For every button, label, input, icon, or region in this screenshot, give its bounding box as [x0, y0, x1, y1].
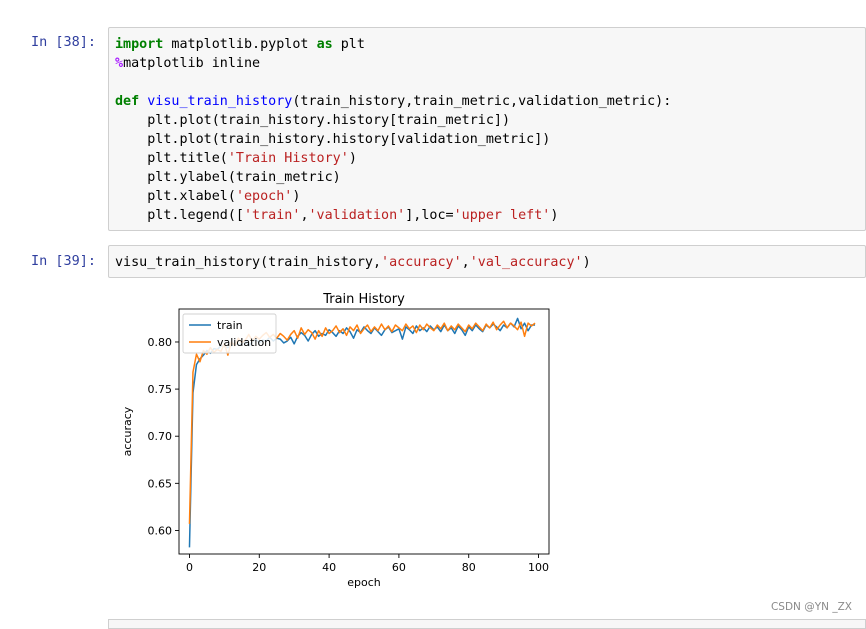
- y-tick-label: 0.70: [148, 430, 173, 443]
- code-line: %matplotlib inline: [115, 54, 671, 73]
- code-editor-38[interactable]: import matplotlib.pyplot as plt %matplotl…: [115, 35, 671, 225]
- x-tick-label: 100: [528, 561, 549, 574]
- code-token: matplotlib.pyplot: [163, 37, 317, 52]
- code-line: plt.legend(['train','validation'],loc='u…: [115, 206, 671, 225]
- y-tick-label: 0.80: [148, 336, 173, 349]
- y-tick-label: 0.65: [148, 477, 173, 490]
- code-token: %: [115, 56, 124, 71]
- code-line: plt.ylabel(train_metric): [115, 168, 671, 187]
- code-token: matplotlib inline: [123, 56, 261, 71]
- code-token: plt: [332, 37, 365, 52]
- code-token: 'val_accuracy': [469, 255, 583, 270]
- code-token: ): [550, 208, 559, 223]
- code-editor-39[interactable]: visu_train_history(train_history,'accura…: [115, 253, 591, 272]
- code-token: ,: [461, 255, 470, 270]
- code-token: ],loc=: [405, 208, 454, 223]
- previous-cell-overflow: [0, 0, 600, 5]
- code-line: visu_train_history(train_history,'accura…: [115, 253, 591, 272]
- code-token: plt.ylabel(train_metric): [115, 170, 341, 185]
- code-token: visu_train_history: [147, 94, 293, 109]
- code-token: ): [292, 189, 301, 204]
- legend-label-train: train: [217, 319, 243, 332]
- code-token: as: [316, 37, 333, 52]
- code-token: def: [115, 94, 140, 109]
- code-token: plt.xlabel(: [115, 189, 236, 204]
- cell-prompt-39: In [39]:: [31, 253, 97, 269]
- code-token: plt.title(: [115, 151, 228, 166]
- code-line: import matplotlib.pyplot as plt: [115, 35, 671, 54]
- code-token: visu_train_history(train_history,: [115, 255, 382, 270]
- x-tick-label: 0: [186, 561, 193, 574]
- code-token: plt.plot(train_history.history[validatio…: [115, 132, 551, 147]
- code-line: plt.plot(train_history.history[train_met…: [115, 111, 671, 130]
- watermark: CSDN @YN _ZX: [770, 601, 852, 613]
- code-token: 'validation': [308, 208, 406, 223]
- code-line: def visu_train_history(train_history,tra…: [115, 92, 671, 111]
- code-token: 'train': [244, 208, 301, 223]
- x-tick-label: 20: [252, 561, 266, 574]
- code-token: plt.legend([: [115, 208, 244, 223]
- x-tick-label: 60: [392, 561, 406, 574]
- x-tick-label: 40: [322, 561, 336, 574]
- code-token: plt.plot(train_history.history[train_met…: [115, 113, 511, 128]
- x-tick-label: 80: [462, 561, 476, 574]
- code-cell-38[interactable]: import matplotlib.pyplot as plt %matplotl…: [108, 27, 866, 231]
- code-token: ): [582, 255, 591, 270]
- code-token: ,: [300, 208, 309, 223]
- y-tick-label: 0.75: [148, 383, 173, 396]
- code-token: ): [348, 151, 357, 166]
- train-history-chart: Train History 0 20 40 60 80 100 0.60 0.65 0.70 0.7…: [121, 292, 550, 589]
- code-token: import: [115, 37, 164, 52]
- code-line: plt.title('Train History'): [115, 149, 671, 168]
- code-cell-39[interactable]: visu_train_history(train_history,'accura…: [108, 245, 866, 278]
- next-code-cell[interactable]: [108, 619, 866, 629]
- code-line: plt.plot(train_history.history[validatio…: [115, 130, 671, 149]
- y-tick-label: 0.60: [148, 524, 173, 537]
- code-token: 'upper left': [453, 208, 551, 223]
- code-token: 'epoch': [235, 189, 293, 204]
- x-axis-label: epoch: [347, 576, 381, 589]
- code-token: 'accuracy': [381, 255, 462, 270]
- legend-label-validation: validation: [217, 336, 271, 349]
- chart-title: Train History: [322, 292, 405, 307]
- y-axis-label: accuracy: [121, 406, 134, 456]
- cell-prompt-38: In [38]:: [31, 34, 97, 50]
- code-line: plt.xlabel('epoch'): [115, 187, 671, 206]
- code-token: 'Train History': [227, 151, 349, 166]
- code-token: (train_history,train_metric,validation_m…: [292, 94, 672, 109]
